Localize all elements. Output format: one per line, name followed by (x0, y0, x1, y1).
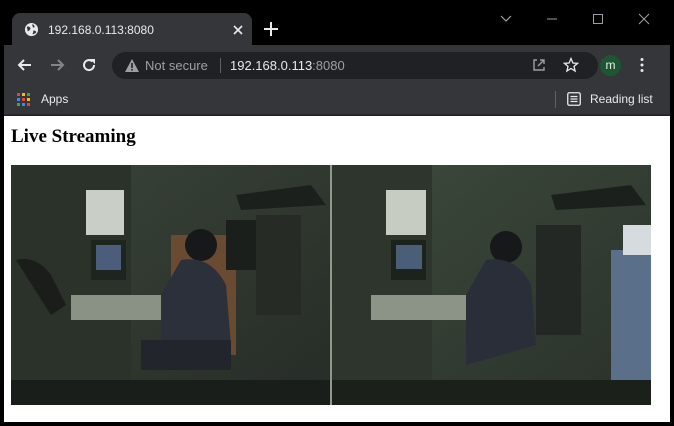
apps-grid-icon[interactable] (17, 93, 30, 106)
apps-bookmark[interactable]: Apps (41, 92, 68, 106)
forward-button[interactable] (47, 55, 67, 75)
new-tab-button[interactable] (263, 21, 279, 37)
omnibox-divider (220, 58, 221, 73)
back-button[interactable] (15, 55, 35, 75)
bookmarks-bar: Apps Reading list (4, 83, 670, 115)
bookmark-star-icon[interactable] (563, 57, 579, 73)
menu-kebab-icon[interactable] (638, 57, 646, 73)
camera-left (11, 165, 330, 405)
url-port: :8080 (312, 58, 345, 73)
minimize-button[interactable] (542, 10, 562, 28)
tab-strip: 192.168.0.113:8080 (4, 4, 670, 46)
toolbar: Not secure 192.168.0.113:8080 m (4, 45, 670, 83)
tab-search-chevron-icon[interactable] (496, 10, 516, 28)
live-stream-video[interactable] (11, 165, 651, 405)
page-title: Live Streaming (11, 126, 136, 147)
reload-button[interactable] (79, 55, 99, 75)
page-viewport: Live Streaming (4, 116, 670, 422)
bookmarks-divider (555, 91, 556, 108)
address-bar[interactable]: Not secure 192.168.0.113:8080 (112, 52, 598, 79)
reading-list-icon[interactable] (567, 92, 581, 106)
camera-divider (330, 165, 332, 405)
share-icon[interactable] (531, 57, 547, 73)
browser-window: 192.168.0.113:8080 Not secure 192.168.0.… (4, 4, 670, 422)
reading-list-button[interactable]: Reading list (590, 92, 653, 106)
url-text[interactable]: 192.168.0.113:8080 (230, 58, 345, 73)
window-close-button[interactable] (634, 10, 654, 28)
security-status[interactable]: Not secure (145, 58, 208, 73)
profile-avatar[interactable]: m (600, 55, 621, 76)
camera-right (332, 165, 651, 405)
video-frame (11, 165, 651, 405)
tab-title: 192.168.0.113:8080 (48, 23, 154, 37)
globe-icon (24, 22, 39, 37)
close-icon[interactable] (230, 22, 246, 38)
maximize-button[interactable] (588, 10, 608, 28)
url-host: 192.168.0.113 (230, 58, 313, 73)
tab-active[interactable]: 192.168.0.113:8080 (12, 13, 252, 46)
warning-icon[interactable] (124, 58, 140, 73)
